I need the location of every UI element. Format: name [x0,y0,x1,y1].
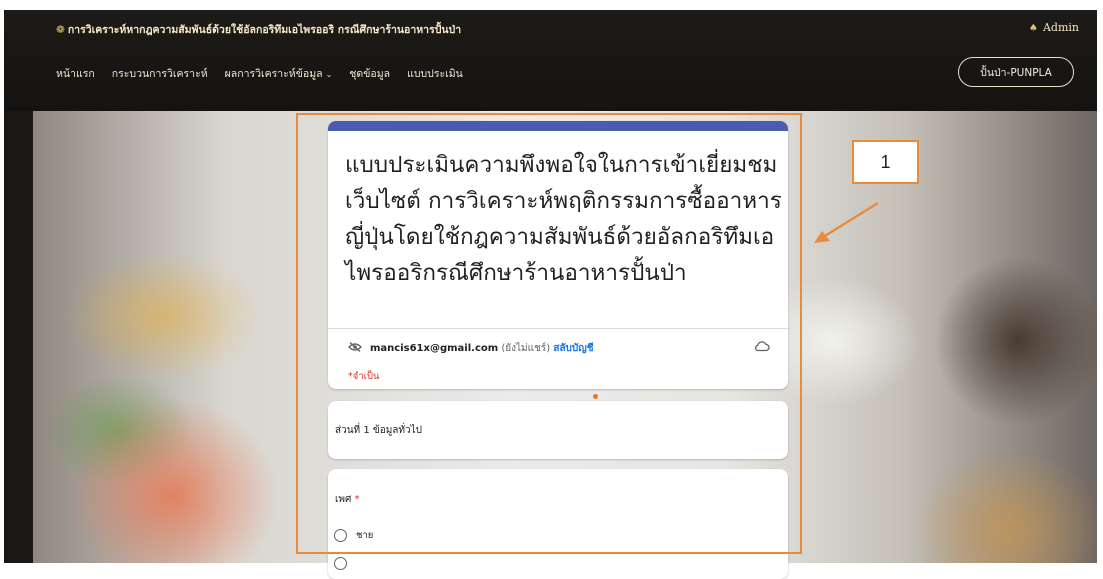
site-header: ❁ การวิเคราะห์หากฎความสัมพันธ์ด้วยใช้อัลก… [4,10,1097,111]
annotation-number-label: 1 [852,140,919,184]
brand-emblem-icon: ❁ [56,24,65,36]
nav-item-process[interactable]: กระบวนการวิเคราะห์ [112,65,208,82]
person-icon: ♠ [1029,23,1038,34]
radio-button[interactable] [334,557,347,570]
nav-item-home[interactable]: หน้าแรก [56,65,95,82]
gender-option-2[interactable] [334,557,356,570]
site-title[interactable]: ❁ การวิเคราะห์หากฎความสัมพันธ์ด้วยใช้อัลก… [56,21,461,38]
nav-item-dataset[interactable]: ชุดข้อมูล [349,65,390,82]
main-nav: หน้าแรก กระบวนการวิเคราะห์ ผลการวิเคราะห… [56,65,463,82]
chevron-down-icon: ⌄ [325,70,333,79]
nav-item-results[interactable]: ผลการวิเคราะห์ข้อมูล ⌄ [225,65,333,82]
annotation-arrow-icon [814,201,879,243]
site-title-text: การวิเคราะห์หากฎความสัมพันธ์ด้วยใช้อัลกอ… [67,24,462,36]
brand-button[interactable]: ปั้นป่า-PUNPLA [958,57,1074,87]
annotation-highlight-box [296,113,802,554]
nav-item-results-label: ผลการวิเคราะห์ข้อมูล [224,68,323,80]
nav-item-survey[interactable]: แบบประเมิน [407,65,463,82]
user-menu[interactable]: ♠ Admin [1029,21,1079,34]
user-label: Admin [1042,21,1079,34]
